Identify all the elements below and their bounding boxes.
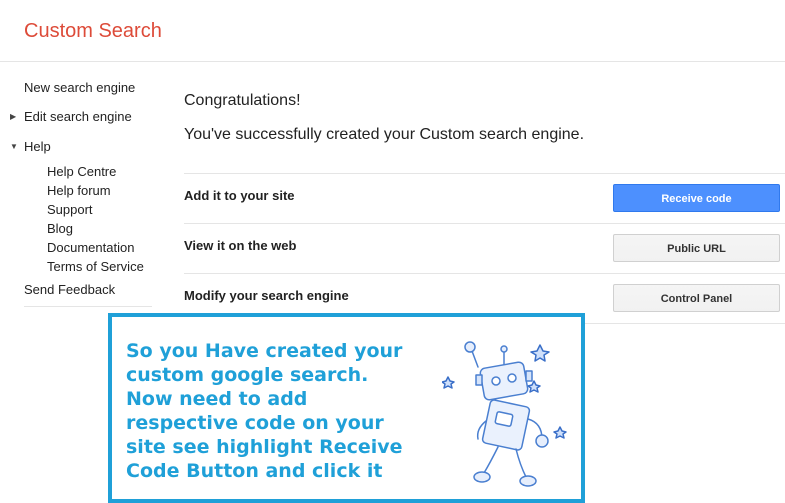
annotation-line: So you Have created your <box>126 340 403 362</box>
sidebar-item-send-feedback[interactable]: Send Feedback <box>24 282 115 297</box>
control-panel-button[interactable]: Control Panel <box>613 284 780 312</box>
row-label-add-to-site: Add it to your site <box>184 188 295 203</box>
annotation-line: Code Button and click it <box>126 460 383 482</box>
sidebar-item-edit-search-engine[interactable]: ▶ Edit search engine <box>10 109 132 124</box>
sidebar-item-label: Help <box>24 139 51 154</box>
help-link-blog[interactable]: Blog <box>47 221 73 236</box>
row-divider <box>184 223 785 224</box>
sidebar-item-label: Edit search engine <box>24 109 132 124</box>
sidebar-item-new-search-engine[interactable]: New search engine <box>24 80 135 95</box>
row-label-modify-engine: Modify your search engine <box>184 288 349 303</box>
public-url-button[interactable]: Public URL <box>613 234 780 262</box>
sidebar-item-help[interactable]: ▼ Help <box>10 139 51 154</box>
row-label-view-on-web: View it on the web <box>184 238 297 253</box>
help-link-help-centre[interactable]: Help Centre <box>47 164 116 179</box>
annotation-line: custom google search. <box>126 364 369 386</box>
annotation-line: Now need to add <box>126 388 308 410</box>
row-divider <box>184 173 785 174</box>
header-bar: Custom Search <box>0 0 785 62</box>
tutorial-annotation-box: So you Have created your custom google s… <box>108 313 585 503</box>
receive-code-button[interactable]: Receive code <box>613 184 780 212</box>
help-link-terms-of-service[interactable]: Terms of Service <box>47 259 144 274</box>
congrats-heading: Congratulations! <box>184 92 301 109</box>
robot-illustration <box>442 341 567 487</box>
caret-right-icon: ▶ <box>10 112 17 121</box>
row-divider <box>184 273 785 274</box>
annotation-line: respective code on your <box>126 412 384 434</box>
caret-down-icon: ▼ <box>10 142 18 151</box>
annotation-line: site see highlight Receive <box>126 436 403 458</box>
help-link-help-forum[interactable]: Help forum <box>47 183 111 198</box>
annotation-text: So you Have created your custom google s… <box>126 339 403 483</box>
success-message: You've successfully created your Custom … <box>184 126 585 143</box>
sidebar-divider <box>24 306 152 307</box>
help-link-documentation[interactable]: Documentation <box>47 240 134 255</box>
help-link-support[interactable]: Support <box>47 202 93 217</box>
app-logo-title[interactable]: Custom Search <box>24 20 162 43</box>
